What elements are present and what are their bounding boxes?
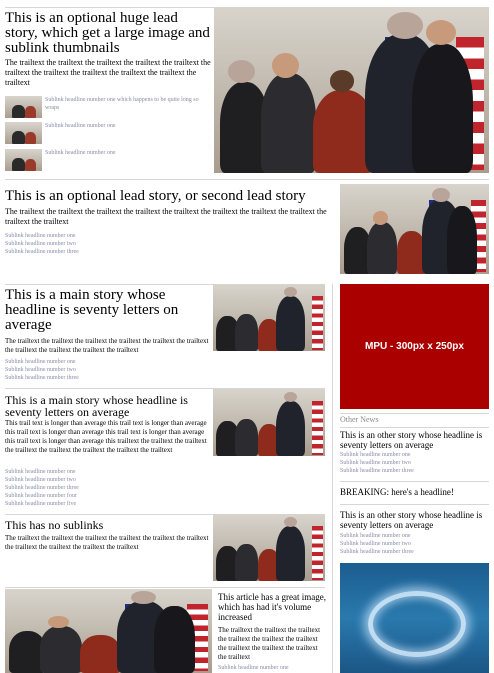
sublink[interactable]: Sublink headline number one	[340, 451, 489, 459]
other-story-image[interactable]	[340, 563, 489, 673]
mpu-ad[interactable]: MPU - 300px x 250px	[340, 284, 489, 409]
sublink[interactable]: Sublink headline number four	[5, 492, 205, 500]
sublink[interactable]: Sublink headline number five	[5, 500, 205, 508]
divider	[340, 427, 489, 428]
breaking-headline[interactable]: BREAKING: here's a headline!	[340, 487, 489, 497]
mpu-label: MPU - 300px x 250px	[365, 341, 464, 352]
lead2-sublinks: Sublink headline number one Sublink head…	[5, 232, 305, 256]
story4-headline[interactable]: This article has a great image, which ha…	[218, 592, 326, 622]
story1-image[interactable]	[213, 284, 325, 351]
other-story-headline[interactable]: This is an other story whose headline is…	[340, 510, 489, 530]
sublink-1[interactable]: Sublink headline number one which happen…	[45, 96, 207, 112]
sublink[interactable]: Sublink headline number three	[5, 484, 205, 492]
sublink-3[interactable]: Sublink headline number one	[45, 149, 207, 157]
sublink[interactable]: Sublink headline number three	[340, 467, 489, 475]
sublink[interactable]: Sublink headline number one	[5, 468, 205, 476]
story1-sublinks: Sublink headline number one Sublink head…	[5, 358, 205, 382]
divider	[340, 413, 489, 414]
sublink[interactable]: Sublink headline number one	[340, 532, 489, 540]
sublink[interactable]: Sublink headline number two	[5, 366, 205, 374]
sublink[interactable]: Sublink headline number three	[5, 248, 305, 256]
lead2-trailtext: The trailtext the trailtext the trailtex…	[5, 207, 327, 226]
lead2-headline[interactable]: This is an optional lead story, or secon…	[5, 187, 335, 205]
story2-headline[interactable]: This is a main story whose headline is s…	[5, 394, 210, 418]
story2-sublinks: Sublink headline number one Sublink head…	[5, 468, 205, 508]
other-story-headline[interactable]: This is an other story whose headline is…	[340, 430, 489, 450]
sublink[interactable]: Sublink headline number two	[340, 540, 489, 548]
sublink[interactable]: Sublink headline number two	[340, 459, 489, 467]
divider	[340, 504, 489, 505]
other-news-heading: Other News	[340, 415, 379, 424]
sublink[interactable]: Sublink headline number three	[340, 548, 489, 556]
divider	[5, 587, 325, 588]
sublink[interactable]: Sublink headline number one	[5, 232, 305, 240]
other-story-sublinks: Sublink headline number one Sublink head…	[340, 451, 489, 475]
sublink[interactable]: Sublink headline number three	[5, 374, 205, 382]
story1-headline[interactable]: This is a main story whose headline is s…	[5, 288, 210, 333]
sublink-thumbnail[interactable]	[5, 96, 42, 118]
story4-trailtext: The trailtext the trailtext the trailtex…	[218, 626, 321, 661]
story2-trailtext: This trail text is longer than average t…	[5, 419, 207, 454]
ring-shape	[368, 591, 466, 657]
sublink[interactable]: Sublink headline number two	[5, 476, 205, 484]
sublink-2[interactable]: Sublink headline number one	[45, 122, 207, 130]
story3-trailtext: The trailtext the trailtext the trailtex…	[5, 534, 209, 551]
divider	[340, 481, 489, 482]
sublink[interactable]: Sublink headline number two	[5, 240, 305, 248]
sublink-thumbnail[interactable]	[5, 149, 42, 171]
story4-sublinks: Sublink headline number one	[218, 664, 326, 672]
story3-headline[interactable]: This has no sublinks	[5, 518, 210, 532]
lead2-image[interactable]	[340, 184, 489, 274]
column-divider	[332, 284, 333, 673]
lead-headline[interactable]: This is an optional huge lead story, whi…	[5, 11, 210, 56]
divider	[5, 179, 489, 180]
story3-image[interactable]	[213, 514, 325, 581]
sublink[interactable]: Sublink headline number one	[5, 358, 205, 366]
story2-image[interactable]	[213, 389, 325, 456]
lead-image[interactable]	[214, 7, 489, 173]
sublink-thumbnail[interactable]	[5, 122, 42, 144]
story4-image[interactable]	[5, 589, 212, 673]
story1-trailtext: The trailtext the trailtext the trailtex…	[5, 337, 209, 354]
sublink[interactable]: Sublink headline number one	[218, 664, 326, 672]
lead-trailtext: The trailtext the trailtext the trailtex…	[5, 58, 211, 87]
other-story-sublinks: Sublink headline number one Sublink head…	[340, 532, 489, 556]
